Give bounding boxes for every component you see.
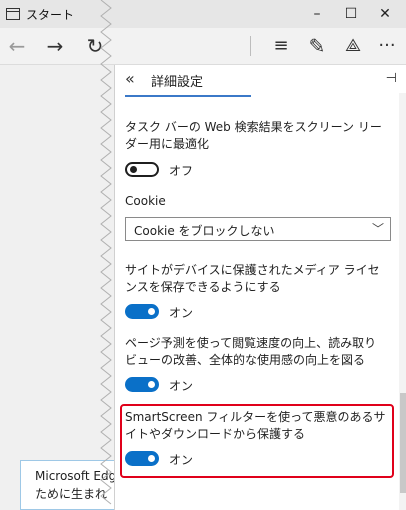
cookie-select-value: Cookie をブロックしない <box>134 224 275 238</box>
media-license-toggle-state: オン <box>169 306 194 320</box>
smartscreen-label: SmartScreen フィルターを使って悪意のあるサイトやダウンロードから保護… <box>125 410 386 441</box>
panel-scrollbar[interactable] <box>399 93 406 510</box>
tab-page-icon <box>6 8 20 20</box>
web-note-icon[interactable]: ✎ <box>304 34 330 58</box>
pin-icon[interactable]: ⊣ <box>386 71 397 86</box>
advanced-settings-panel: « 詳細設定 ⊣ タスク バーの Web 検索結果をスクリーン リーダー用に最適… <box>114 65 406 510</box>
hub-icon[interactable]: ≡ <box>268 34 294 58</box>
setting-screen-reader-label: タスク バーの Web 検索結果をスクリーン リーダー用に最適化 <box>125 120 382 151</box>
minimize-button[interactable]: – <box>300 0 334 28</box>
media-license-toggle[interactable] <box>125 304 159 319</box>
page-prediction-toggle-state: オン <box>169 379 194 393</box>
cookie-select[interactable]: Cookie をブロックしない ﹀ <box>125 217 391 241</box>
page-prediction-toggle[interactable] <box>125 377 159 392</box>
back-arrow-icon[interactable]: ← <box>4 34 30 58</box>
smartscreen-toggle-state: オン <box>169 453 194 467</box>
more-icon[interactable]: ··· <box>374 34 400 58</box>
scrollbar-thumb[interactable] <box>400 393 406 493</box>
forward-arrow-icon[interactable]: → <box>42 34 68 58</box>
close-button[interactable]: ✕ <box>368 0 402 28</box>
smartscreen-toggle[interactable] <box>125 451 159 466</box>
cut-off-link[interactable] <box>125 93 255 99</box>
collapse-chevron-icon[interactable]: « <box>125 69 135 88</box>
screen-reader-toggle[interactable] <box>125 162 159 177</box>
maximize-button[interactable]: ☐ <box>334 0 368 28</box>
chevron-down-icon: ﹀ <box>371 222 384 236</box>
tab-title: スタート <box>26 7 75 22</box>
cookie-label: Cookie <box>125 194 166 208</box>
panel-header: « 詳細設定 ⊣ <box>115 65 406 93</box>
media-license-label: サイトがデバイスに保護されたメディア ライセンスを保存できるようにする <box>125 263 380 294</box>
title-bar: スタート – ☐ ✕ <box>0 0 406 28</box>
navigation-bar: ← → ↻ ≡ ✎ ⟁ ··· <box>0 28 406 65</box>
panel-title: 詳細設定 <box>151 75 204 90</box>
page-prediction-label: ページ予測を使って閲覧速度の向上、読み取りビューの改善、全体的な使用感の向上を図… <box>125 336 377 367</box>
share-icon[interactable]: ⟁ <box>340 34 366 58</box>
screen-reader-toggle-state: オフ <box>169 164 194 178</box>
toolbar-divider <box>250 36 251 56</box>
